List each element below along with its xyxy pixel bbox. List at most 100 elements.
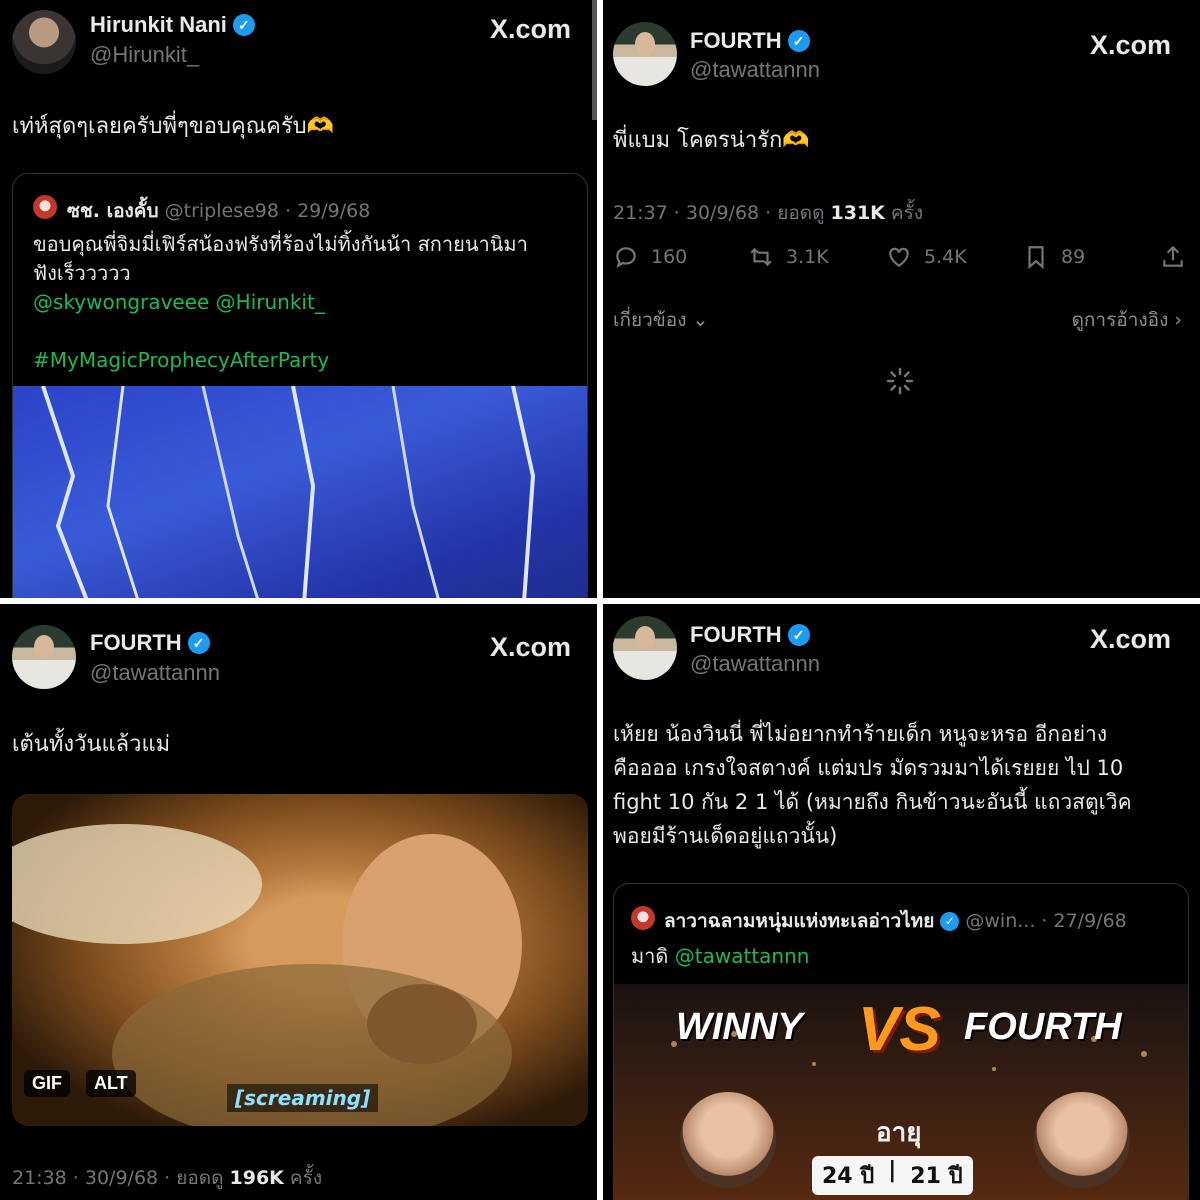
- author-name-text: FOURTH: [90, 630, 182, 655]
- fighter-right-name: FOURTH: [964, 1006, 1122, 1048]
- quote-author-name: ซช. เองคั้บ: [67, 200, 159, 222]
- quote-media-poster[interactable]: WINNY VS FOURTH อายุ 24 ปี | 21 ปี: [614, 984, 1188, 1200]
- tweet-timestamp: 21:37 · 30/9/68 · ยอดดู: [613, 202, 831, 224]
- tweet-panel-fourth-2: FOURTH ✓ @tawattannn X.com เต้นทั้งวันแล้…: [0, 604, 597, 1200]
- quote-text-line: ขอบคุณพี่จิมมี่เฟิร์สน้องฟรังที่ร้องไม่ท…: [33, 232, 528, 256]
- fighter-left-name: WINNY: [676, 1006, 803, 1048]
- quote-avatar: [33, 195, 57, 219]
- view-suffix: ครั้ง: [884, 202, 924, 224]
- reply-button[interactable]: 160: [613, 244, 687, 270]
- tweet-timestamp: 21:38 · 30/9/68 · ยอดดู: [12, 1167, 230, 1189]
- tweet-text: เต้นทั้งวันแล้วแม่: [12, 732, 171, 757]
- verified-badge-icon: ✓: [232, 14, 255, 36]
- author-handle[interactable]: @tawattannn: [690, 57, 820, 83]
- age-left: 24 ปี: [822, 1164, 875, 1189]
- site-label: X.com: [490, 14, 572, 44]
- reply-count: 160: [651, 246, 688, 268]
- view-suffix: ครั้ง: [283, 1167, 323, 1189]
- tweet-meta: 21:38 · 30/9/68 · ยอดดู 196K ครั้ง: [12, 1163, 322, 1193]
- tweet-panel-fourth-1: FOURTH ✓ @tawattannn X.com พี่แบม โคตรน่า…: [603, 0, 1200, 598]
- share-button[interactable]: [1160, 244, 1186, 270]
- age-label: อายุ: [876, 1118, 922, 1148]
- author-name-text: FOURTH: [690, 622, 782, 647]
- gif-media[interactable]: GIF ALT [screaming]: [12, 794, 588, 1126]
- quote-header: ซช. เองคั้บ @triplese98 · 29/9/68: [67, 196, 370, 226]
- reply-icon: [616, 247, 636, 269]
- loading-spinner-icon: [886, 367, 914, 395]
- avatar[interactable]: [12, 625, 76, 689]
- avatar[interactable]: [613, 22, 677, 86]
- fighter-left-photo: [680, 1092, 776, 1188]
- chevron-down-icon: ⌄: [692, 309, 709, 331]
- vs-label: VS: [858, 995, 941, 1064]
- age-right: 21 ปี: [910, 1164, 963, 1189]
- like-button[interactable]: 5.4K: [886, 244, 967, 270]
- tweet-panel-hirunkit: Hirunkit Nani ✓ @Hirunkit_ X.com เท่ห์สุด…: [0, 0, 597, 598]
- author-name-text: FOURTH: [690, 28, 782, 53]
- scrollbar[interactable]: [592, 0, 597, 120]
- verified-badge-icon: ✓: [940, 912, 960, 931]
- verified-badge-icon: ✓: [187, 632, 210, 654]
- quote-body: ขอบคุณพี่จิมมี่เฟิร์สน้องฟรังที่ร้องไม่ท…: [33, 230, 573, 375]
- bookmark-icon: [1028, 246, 1044, 270]
- tweet-text-line: เห้ยย น้องวินนี่ พี่ไม่อยากทำร้ายเด็ก หน…: [613, 722, 1108, 746]
- age-box: 24 ปี | 21 ปี: [812, 1156, 973, 1195]
- tweet-text: เท่ห์สุดๆเลยครับพี่ๆขอบคุณครับ🫶: [12, 114, 334, 139]
- quote-body: มาดิ @tawattannn: [631, 942, 809, 971]
- like-count: 5.4K: [924, 246, 967, 268]
- quote-mention[interactable]: @tawattannn: [675, 944, 810, 968]
- avatar[interactable]: [12, 10, 76, 74]
- quote-hashtag[interactable]: #MyMagicProphecyAfterParty: [33, 346, 573, 375]
- age-separator: |: [888, 1158, 897, 1183]
- tweet-text-line: พอยมีร้านเด็ดอยู่แถวนั้น): [613, 824, 838, 848]
- author-name[interactable]: FOURTH ✓: [90, 630, 210, 656]
- view-count: 196K: [229, 1167, 284, 1189]
- share-icon: [1163, 245, 1183, 267]
- quote-date: · 29/9/68: [285, 200, 371, 222]
- quoted-tweet[interactable]: ลาวาฉลามหนุ่มแห่งทะเลอ่าวไทย ✓ @win... · …: [613, 883, 1189, 1200]
- author-handle[interactable]: @Hirunkit_: [90, 42, 199, 68]
- gif-badge[interactable]: GIF: [24, 1070, 70, 1097]
- view-quotes-link[interactable]: ดูการอ้างอิง ›: [1072, 305, 1182, 335]
- view-count: 131K: [830, 202, 885, 224]
- tweet-meta: 21:37 · 30/9/68 · ยอดดู 131K ครั้ง: [613, 198, 923, 228]
- quote-media-image[interactable]: [13, 385, 587, 598]
- author-name[interactable]: FOURTH ✓: [690, 28, 810, 54]
- quote-text-line: ฟังเร็ววววว: [33, 261, 131, 285]
- retweet-count: 3.1K: [786, 246, 829, 268]
- heart-icon: [889, 247, 909, 267]
- quote-text: มาดิ: [631, 944, 675, 968]
- retweet-button[interactable]: 3.1K: [748, 244, 829, 270]
- quote-author-handle: @triplese98: [164, 200, 279, 222]
- lightning-image: [41, 385, 536, 598]
- tweet-panel-fourth-3: FOURTH ✓ @tawattannn X.com เห้ยย น้องวินน…: [603, 604, 1200, 1200]
- bookmark-button[interactable]: 89: [1023, 244, 1085, 270]
- view-quotes-label: ดูการอ้างอิง: [1071, 309, 1169, 331]
- quoted-tweet[interactable]: ซช. เองคั้บ @triplese98 · 29/9/68 ขอบคุณ…: [12, 173, 588, 598]
- quote-mentions[interactable]: @skywongraveee @Hirunkit_: [33, 288, 573, 317]
- alt-badge[interactable]: ALT: [86, 1070, 136, 1097]
- author-name-text: Hirunkit Nani: [90, 12, 227, 37]
- related-dropdown[interactable]: เกี่ยวข้อง ⌄: [613, 305, 708, 335]
- author-name[interactable]: FOURTH ✓: [690, 622, 810, 648]
- retweet-icon: [750, 247, 772, 267]
- verified-badge-icon: ✓: [787, 624, 810, 646]
- author-handle[interactable]: @tawattannn: [90, 660, 220, 686]
- quote-header: ลาวาฉลามหนุ่มแห่งทะเลอ่าวไทย ✓ @win... · …: [664, 906, 1127, 936]
- site-label: X.com: [1090, 30, 1172, 60]
- tweet-text-line: fight 10 กัน 2 1 ได้ (หมายถึง กินข้าวนะอ…: [613, 790, 1132, 814]
- quote-avatar: [631, 906, 655, 930]
- chevron-right-icon: ›: [1174, 309, 1182, 331]
- quote-date: · 27/9/68: [1041, 910, 1127, 932]
- author-name[interactable]: Hirunkit Nani ✓: [90, 12, 255, 38]
- verified-badge-icon: ✓: [787, 30, 810, 52]
- gif-caption: [screaming]: [227, 1084, 379, 1112]
- fighter-right-photo: [1034, 1092, 1130, 1188]
- avatar[interactable]: [613, 616, 677, 680]
- tweet-text: เห้ยย น้องวินนี่ พี่ไม่อยากทำร้ายเด็ก หน…: [613, 717, 1193, 853]
- bookmark-count: 89: [1061, 246, 1086, 268]
- quote-author-handle: @win...: [965, 910, 1036, 932]
- quote-author-name: ลาวาฉลามหนุ่มแห่งทะเลอ่าวไทย: [664, 910, 935, 932]
- site-label: X.com: [1090, 624, 1172, 654]
- author-handle[interactable]: @tawattannn: [690, 651, 820, 677]
